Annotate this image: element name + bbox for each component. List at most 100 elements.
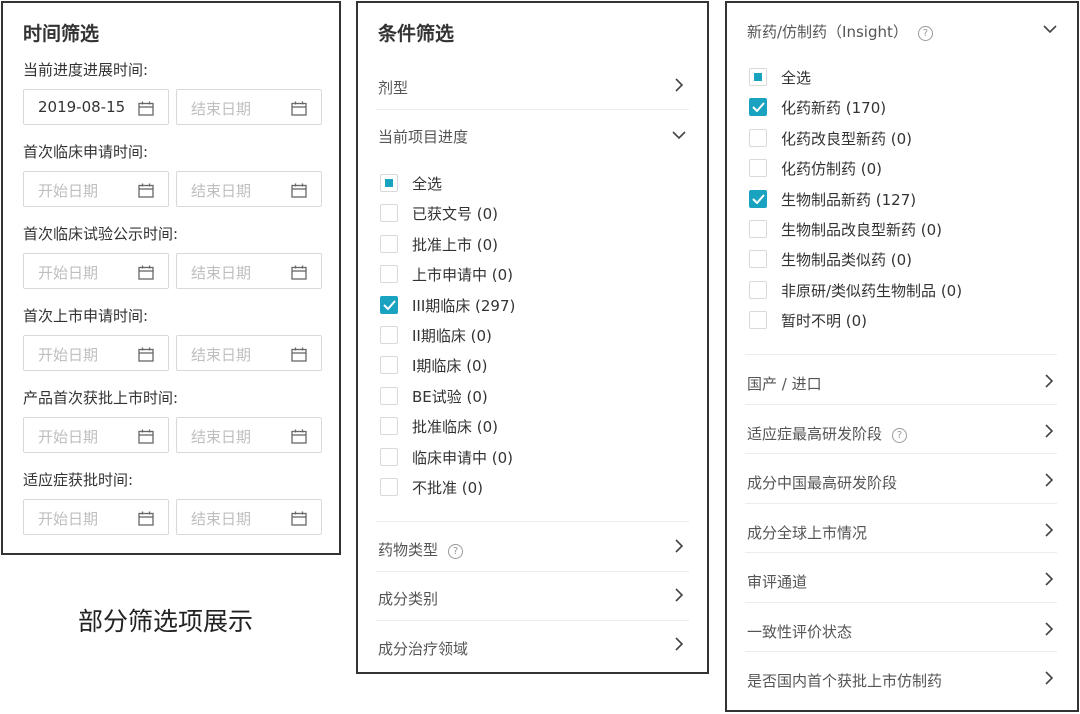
drug-type-section[interactable]: 药物类型? xyxy=(378,539,464,560)
checkbox[interactable] xyxy=(749,220,767,238)
new-drug-section[interactable]: 新药/仿制药（Insight）? xyxy=(747,21,933,42)
filter-section[interactable]: 适应症最高研发阶段? xyxy=(747,423,908,444)
divider xyxy=(745,552,1057,553)
calendar-icon[interactable] xyxy=(138,429,154,444)
checkbox[interactable] xyxy=(380,265,398,284)
calendar-icon[interactable] xyxy=(291,265,307,280)
start-date-input[interactable]: 2019-08-15 xyxy=(23,89,169,125)
checkbox-label[interactable]: II期临床 (0) xyxy=(412,325,492,346)
help-icon[interactable]: ? xyxy=(892,427,908,443)
checkbox-label[interactable]: 暂时不明 (0) xyxy=(781,310,867,331)
calendar-icon[interactable] xyxy=(291,429,307,444)
checkbox[interactable] xyxy=(749,68,767,86)
end-date-input[interactable]: 结束日期 xyxy=(176,335,322,371)
calendar-icon[interactable] xyxy=(291,101,307,116)
start-date-input[interactable]: 开始日期 xyxy=(23,417,169,453)
checkbox[interactable] xyxy=(380,234,398,253)
checkbox-label[interactable]: 批准上市 (0) xyxy=(412,234,498,255)
divider xyxy=(745,354,1057,355)
filter-section[interactable]: 成分中国最高研发阶段 xyxy=(747,472,897,493)
checkbox[interactable] xyxy=(380,386,398,405)
checkbox-label[interactable]: 全选 xyxy=(781,67,811,88)
checkbox-label[interactable]: 临床申请中 (0) xyxy=(412,447,513,468)
end-date-input[interactable]: 结束日期 xyxy=(176,89,322,125)
checkbox[interactable] xyxy=(749,280,767,299)
checkbox[interactable] xyxy=(749,311,767,330)
chevron-right-icon[interactable] xyxy=(1044,423,1054,438)
checkmark-icon xyxy=(383,299,396,310)
calendar-icon[interactable] xyxy=(138,511,154,526)
dosage-section[interactable]: 剂型 xyxy=(378,77,408,98)
checkbox[interactable] xyxy=(380,356,398,375)
checkbox[interactable] xyxy=(380,478,398,496)
calendar-icon[interactable] xyxy=(291,511,307,526)
chevron-right-icon[interactable] xyxy=(1044,374,1054,388)
end-date-input[interactable]: 结束日期 xyxy=(176,171,322,207)
calendar-icon[interactable] xyxy=(138,265,154,280)
help-icon[interactable]: ? xyxy=(917,26,933,41)
start-date-input[interactable]: 开始日期 xyxy=(23,171,169,207)
chevron-down-icon[interactable] xyxy=(672,130,686,140)
checkbox[interactable] xyxy=(749,128,767,147)
ingredient-category-section[interactable]: 成分类别 xyxy=(378,588,438,609)
filter-section-label: 审评通道 xyxy=(747,573,808,591)
checkbox-label[interactable]: 全选 xyxy=(412,173,442,194)
checkbox-label[interactable]: BE试验 (0) xyxy=(412,386,488,407)
divider xyxy=(745,651,1057,652)
divider xyxy=(376,521,689,522)
checkbox[interactable] xyxy=(749,250,767,269)
checkbox-label[interactable]: 已获文号 (0) xyxy=(412,203,498,224)
checkbox[interactable] xyxy=(749,98,767,117)
checkbox[interactable] xyxy=(749,159,767,178)
start-date-input[interactable]: 开始日期 xyxy=(23,335,169,371)
checkbox-label[interactable]: 化药仿制药 (0) xyxy=(781,158,882,179)
checkbox-label[interactable]: 生物制品改良型新药 (0) xyxy=(781,219,942,240)
chevron-right-icon[interactable] xyxy=(674,637,684,651)
checkbox-label[interactable]: 上市申请中 (0) xyxy=(412,264,513,285)
checkbox-label[interactable]: 生物制品类似药 (0) xyxy=(781,249,912,270)
filter-section[interactable]: 一致性评价状态 xyxy=(747,621,852,642)
checkbox-label[interactable]: 不批准 (0) xyxy=(412,477,483,498)
filter-section[interactable]: 审评通道 xyxy=(747,571,807,592)
checkbox[interactable] xyxy=(380,204,398,223)
checkbox[interactable] xyxy=(380,447,398,466)
checkbox[interactable] xyxy=(380,295,398,314)
filter-section[interactable]: 成分全球上市情况 xyxy=(747,522,867,543)
chevron-right-icon[interactable] xyxy=(1044,473,1054,487)
chevron-right-icon[interactable] xyxy=(1044,671,1054,685)
chevron-right-icon[interactable] xyxy=(1044,572,1054,586)
start-date-input[interactable]: 开始日期 xyxy=(23,253,169,289)
calendar-icon[interactable] xyxy=(138,183,154,198)
filter-section[interactable]: 国产 / 进口 xyxy=(747,373,822,394)
checkbox-label[interactable]: 化药改良型新药 (0) xyxy=(781,128,912,149)
calendar-icon[interactable] xyxy=(138,347,154,362)
end-date-input[interactable]: 结束日期 xyxy=(176,417,322,453)
checkbox-label[interactable]: 化药新药 (170) xyxy=(781,97,886,118)
calendar-icon[interactable] xyxy=(291,183,307,198)
checkbox[interactable] xyxy=(749,189,767,208)
progress-section[interactable]: 当前项目进度 xyxy=(378,126,468,147)
checkbox-label[interactable]: III期临床 (297) xyxy=(412,295,515,316)
checkbox-label[interactable]: I期临床 (0) xyxy=(412,355,487,376)
checkbox-label[interactable]: 非原研/类似药生物制品 (0) xyxy=(781,280,962,301)
end-date-input[interactable]: 结束日期 xyxy=(176,499,322,535)
ingredient-therapy-section[interactable]: 成分治疗领域 xyxy=(378,638,468,659)
chevron-right-icon[interactable] xyxy=(674,588,684,602)
checkbox[interactable] xyxy=(380,417,398,436)
checkbox[interactable] xyxy=(380,174,398,192)
chevron-down-icon[interactable] xyxy=(1043,24,1057,34)
end-date-input[interactable]: 结束日期 xyxy=(176,253,322,289)
calendar-icon[interactable] xyxy=(291,347,307,362)
help-icon[interactable]: ? xyxy=(448,544,464,559)
chevron-right-icon[interactable] xyxy=(674,78,684,92)
chevron-right-icon[interactable] xyxy=(674,539,684,553)
condition-filter-title: 条件筛选 xyxy=(378,23,455,45)
chevron-right-icon[interactable] xyxy=(1044,522,1054,537)
chevron-right-icon[interactable] xyxy=(1044,621,1054,636)
filter-section[interactable]: 是否国内首个获批上市仿制药 xyxy=(747,670,942,691)
checkbox-label[interactable]: 批准临床 (0) xyxy=(412,416,498,437)
start-date-input[interactable]: 开始日期 xyxy=(23,499,169,535)
checkbox-label[interactable]: 生物制品新药 (127) xyxy=(781,189,916,210)
checkbox[interactable] xyxy=(380,326,398,344)
calendar-icon[interactable] xyxy=(138,101,154,116)
